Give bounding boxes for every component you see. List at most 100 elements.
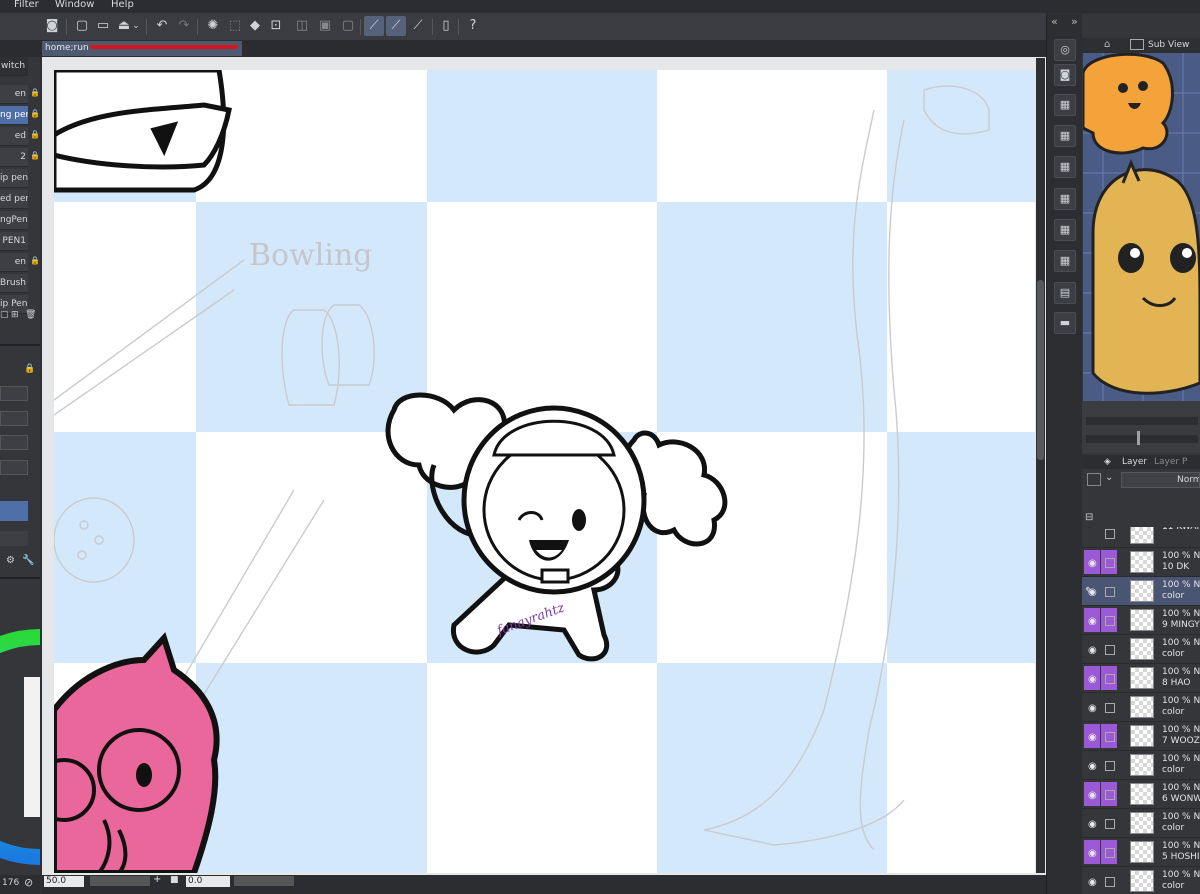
brush-item[interactable]: ed bbox=[0, 127, 28, 146]
layer-lock-toggle[interactable] bbox=[1101, 527, 1117, 545]
menu-help[interactable]: Help bbox=[111, 0, 134, 10]
layer-visibility-toggle[interactable]: ◉ bbox=[1084, 666, 1100, 690]
material-8-icon[interactable]: ▬ bbox=[1054, 312, 1076, 334]
navigator-zoom-slider[interactable] bbox=[1086, 417, 1198, 425]
brush-size-stepper[interactable] bbox=[0, 386, 28, 401]
layer-lock-toggle[interactable] bbox=[1101, 695, 1117, 719]
layer-visibility-toggle[interactable]: ◉ bbox=[1084, 695, 1100, 719]
layer-row[interactable]: ◉ 100 % No6 WONW bbox=[1082, 780, 1200, 809]
snap-special-ruler-icon[interactable]: ⟋ bbox=[386, 16, 406, 36]
open-file-icon[interactable]: ▭ bbox=[93, 16, 113, 36]
reference-icon[interactable]: ⌂ bbox=[1104, 39, 1110, 50]
lock-icon[interactable]: 🔒 bbox=[24, 364, 35, 374]
zoom-value[interactable]: 50.0 bbox=[44, 876, 84, 887]
layer-lock-toggle[interactable]: ✎ bbox=[1085, 579, 1117, 603]
layer-row[interactable]: ◉ 100 % Nocolor bbox=[1082, 635, 1200, 664]
copy-brush-icon[interactable]: ▢ bbox=[0, 310, 9, 320]
snap-grid-icon[interactable]: ⟋ bbox=[408, 16, 428, 36]
app-menu-icon[interactable]: ◙ bbox=[42, 16, 62, 36]
stabilization-selector[interactable] bbox=[0, 501, 28, 521]
help-icon[interactable]: ? bbox=[463, 16, 483, 36]
expand-right-icon[interactable]: » bbox=[1071, 15, 1078, 28]
layer-lock-toggle[interactable] bbox=[1101, 811, 1117, 835]
tab-layer-property[interactable]: Layer P bbox=[1154, 455, 1187, 469]
brush-item[interactable]: ip pen bbox=[0, 169, 28, 188]
brush-shape-dropdown[interactable] bbox=[0, 435, 28, 450]
tablet-icon[interactable]: ▯ bbox=[436, 16, 456, 36]
brush-item[interactable]: ed pen bbox=[0, 190, 28, 209]
rotation-angle-value[interactable]: 0.0 bbox=[186, 876, 230, 887]
brush-item[interactable]: en bbox=[0, 85, 28, 104]
stop-icon[interactable]: ■ bbox=[170, 875, 179, 885]
snap-ruler-icon[interactable]: ⟋ bbox=[364, 16, 384, 36]
layer-visibility-toggle[interactable]: ◉ bbox=[1084, 608, 1100, 632]
delete-brush-icon[interactable]: 🗑 bbox=[25, 310, 36, 320]
layer-lock-toggle[interactable] bbox=[1101, 637, 1117, 661]
layer-row[interactable]: ◉ 100 % No8 HAO bbox=[1082, 664, 1200, 693]
settings-icon[interactable]: ⚙ bbox=[6, 555, 15, 566]
drawing-canvas[interactable]: Bowling fanayrahtz bbox=[54, 70, 1035, 873]
clear-icon[interactable]: ⬚ bbox=[225, 16, 245, 36]
canvas-vertical-scrollbar[interactable] bbox=[1036, 58, 1045, 873]
layer-toggle-icon[interactable]: ⊟ bbox=[1085, 512, 1093, 523]
layer-row[interactable]: ◉ 100 % No5 HOSHI bbox=[1082, 838, 1200, 867]
layer-lock-toggle[interactable] bbox=[1101, 840, 1117, 864]
sub-tool-header[interactable]: witch bbox=[0, 57, 28, 76]
brush-item[interactable]: ngPen bbox=[0, 211, 28, 230]
layer-visibility-toggle[interactable]: ◉ bbox=[1084, 840, 1100, 864]
material-5-icon[interactable]: ▦ bbox=[1054, 219, 1076, 241]
layer-visibility-toggle[interactable]: ◉ bbox=[1084, 637, 1100, 661]
fill-icon[interactable]: ◆ bbox=[245, 16, 265, 36]
collapse-left-icon[interactable]: « bbox=[1051, 15, 1058, 28]
canvas-scroll-thumb[interactable] bbox=[1037, 280, 1044, 460]
undo-icon[interactable]: ↶ bbox=[152, 16, 172, 36]
material-icon[interactable]: ▦ bbox=[1054, 94, 1076, 116]
layer-visibility-toggle[interactable]: ◉ bbox=[1084, 782, 1100, 806]
redo-icon[interactable]: ↷ bbox=[174, 16, 194, 36]
layer-row[interactable]: ◉ 100 % Nocolor bbox=[1082, 751, 1200, 780]
anti-alias-selector[interactable] bbox=[0, 531, 28, 546]
layer-visibility-toggle[interactable]: ◉ bbox=[1084, 724, 1100, 748]
layer-row[interactable]: ◉ 100 % Nocolor bbox=[1082, 867, 1200, 894]
layer-visibility-toggle[interactable]: ◉ bbox=[1084, 811, 1100, 835]
brush-opacity-stepper[interactable] bbox=[0, 411, 28, 426]
selection-icon[interactable]: ◫ bbox=[292, 16, 312, 36]
layer-row[interactable]: 11 KWAN bbox=[1082, 527, 1200, 548]
zoom-in-icon[interactable]: + bbox=[153, 874, 161, 885]
layer-lock-toggle[interactable] bbox=[1101, 550, 1117, 574]
brush-item[interactable]: Brush bbox=[0, 274, 28, 293]
layer-row[interactable]: ◉ 100 % Nocolor bbox=[1082, 693, 1200, 722]
layer-row[interactable]: ◉✎100 % Nocolor bbox=[1082, 577, 1200, 606]
layer-lock-toggle[interactable] bbox=[1101, 782, 1117, 806]
material-3-icon[interactable]: ▦ bbox=[1054, 156, 1076, 178]
menu-window[interactable]: Window bbox=[55, 0, 94, 10]
zoom-slider[interactable] bbox=[90, 876, 150, 886]
brush-item[interactable]: ng pen bbox=[0, 106, 28, 125]
new-file-icon[interactable]: ▢ bbox=[72, 16, 92, 36]
material-4-icon[interactable]: ▦ bbox=[1054, 188, 1076, 210]
sub-view-title[interactable]: Sub View bbox=[1148, 40, 1189, 50]
blend-mode-select[interactable]: Normal bbox=[1121, 472, 1200, 488]
save-dropdown-icon[interactable]: ⌄ bbox=[131, 16, 141, 36]
layer-lock-toggle[interactable] bbox=[1101, 608, 1117, 632]
brush-item[interactable]: en bbox=[0, 253, 28, 272]
brush-item[interactable]: 2 bbox=[0, 148, 28, 167]
camera-icon[interactable]: ◙ bbox=[1054, 64, 1076, 86]
rotate-icon[interactable]: ⊘ bbox=[24, 876, 33, 889]
layer-visibility-toggle[interactable]: ◉ bbox=[1084, 753, 1100, 777]
material-2-icon[interactable]: ▦ bbox=[1054, 125, 1076, 147]
layer-row[interactable]: ◉ 100 % No10 DK bbox=[1082, 548, 1200, 577]
layer-color-dropdown-icon[interactable]: ⌄ bbox=[1105, 472, 1113, 483]
layer-visibility-toggle[interactable]: ◉ bbox=[1084, 550, 1100, 574]
menu-filter[interactable]: Filter bbox=[14, 0, 39, 10]
layer-lock-toggle[interactable] bbox=[1101, 753, 1117, 777]
layer-row[interactable]: ◉ 100 % Nocolor bbox=[1082, 809, 1200, 838]
layer-visibility-toggle[interactable] bbox=[1084, 527, 1100, 545]
frame-icon[interactable]: ▢ bbox=[338, 16, 358, 36]
tab-layer[interactable]: Layer bbox=[1122, 455, 1147, 469]
layer-lock-toggle[interactable] bbox=[1101, 724, 1117, 748]
material-7-icon[interactable]: ▤ bbox=[1054, 282, 1076, 304]
color-wheel[interactable] bbox=[0, 617, 40, 877]
navigator-rotate-slider[interactable] bbox=[1086, 435, 1198, 443]
navigator-icon[interactable]: ◎ bbox=[1054, 39, 1076, 61]
